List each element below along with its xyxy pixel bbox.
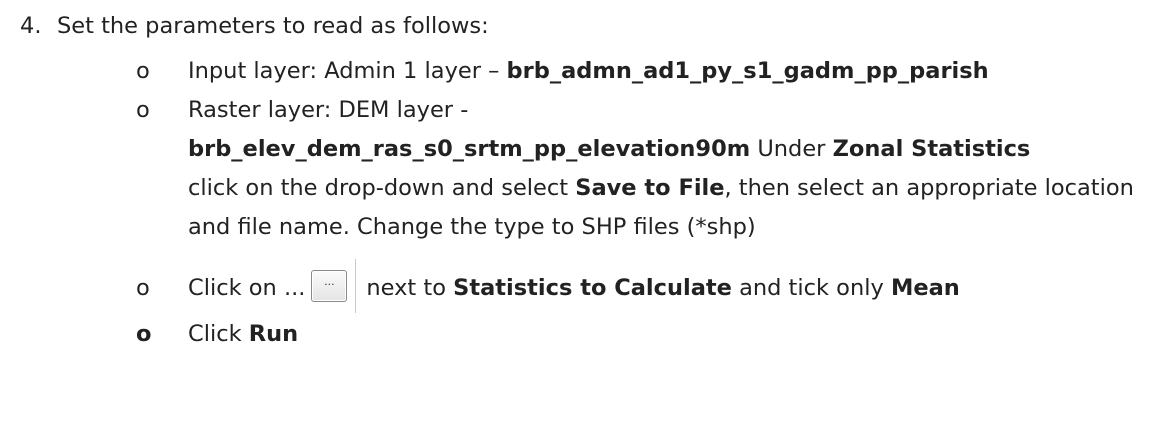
tick-only-text: and tick only	[731, 275, 891, 301]
instruction-document: 4. Set the parameters to read as follows:…	[0, 0, 1172, 447]
raster-layer-prefix: Raster layer: DEM layer -	[188, 97, 469, 123]
bullet-marker: o	[136, 275, 150, 301]
next-to-text: next to	[366, 275, 454, 301]
click-dropdown-text: click on the drop-down and select	[188, 175, 576, 201]
bullet-marker: o	[136, 321, 152, 347]
ellipsis-button-label: ...	[324, 274, 335, 288]
input-layer-prefix: Input layer: Admin 1 layer –	[188, 58, 507, 84]
parameter-list: o Input layer: Admin 1 layer – brb_admn_…	[136, 52, 1166, 354]
bullet-run: o Click Run	[136, 315, 1166, 354]
bullet-statistics: o Click on ...... next to Statistics to C…	[136, 258, 1166, 315]
bullet-marker: o	[136, 58, 150, 84]
save-to-file-label: Save to File	[575, 175, 725, 201]
button-edge-divider	[355, 258, 357, 313]
step-4: 4. Set the parameters to read as follows:	[20, 10, 489, 42]
run-label: Run	[248, 321, 299, 347]
input-layer-value: brb_admn_ad1_py_s1_gadm_pp_parish	[506, 58, 989, 84]
click-text: Click	[188, 321, 249, 347]
click-on-text: Click on ...	[188, 275, 306, 301]
bullet-marker: o	[136, 97, 150, 123]
bullet-raster-layer: o Raster layer: DEM layer - brb_elev_dem…	[136, 91, 1166, 247]
raster-layer-value: brb_elev_dem_ras_s0_srtm_pp_elevation90m	[188, 136, 751, 162]
step-number: 4.	[20, 13, 42, 39]
mean-label: Mean	[890, 275, 960, 301]
statistics-to-calculate-label: Statistics to Calculate	[453, 275, 732, 301]
raster-under-text: Under	[750, 136, 833, 162]
bullet-input-layer: o Input layer: Admin 1 layer – brb_admn_…	[136, 52, 1166, 91]
ellipsis-button-image: ...	[311, 269, 348, 302]
zonal-statistics-label: Zonal Statistics	[832, 136, 1031, 162]
step-text: Set the parameters to read as follows:	[57, 13, 489, 39]
